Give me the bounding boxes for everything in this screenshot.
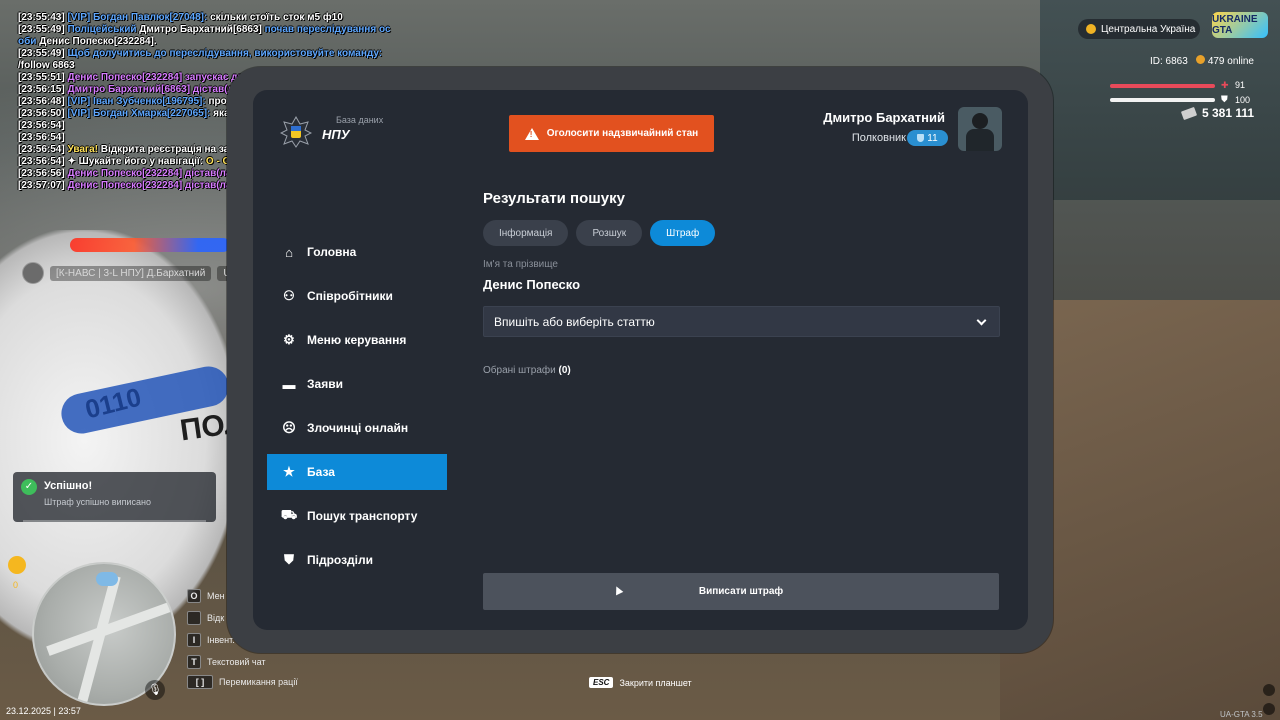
issue-fine-button[interactable]: Виписати штраф <box>483 573 999 610</box>
tab-1[interactable]: Інформація <box>483 220 569 246</box>
toast-title: Успішно! <box>44 480 93 492</box>
users-icon: ⚇ <box>283 288 295 303</box>
online-count: 479 online <box>1195 55 1254 67</box>
car-icon: ⛟ <box>280 507 298 522</box>
mic-status-icon <box>1263 684 1275 696</box>
region-name: Центральна Україна <box>1101 23 1196 35</box>
brand-subtitle: База даних <box>336 115 384 125</box>
article-select[interactable]: Впишіть або виберіть статтю <box>483 306 1000 337</box>
user-profile: Дмитро Бархатний Полковник 11 <box>790 107 1002 151</box>
toast-progress <box>23 520 206 522</box>
close-tablet-hint: ESC Закрити планшет <box>589 677 692 688</box>
user-avatar <box>958 107 1002 151</box>
name-label: Ім'я та прізвище <box>483 259 558 270</box>
hotkey-menu: O Мен <box>187 589 225 603</box>
level-shield-icon <box>917 134 925 142</box>
online-icon <box>1195 55 1205 64</box>
face-icon: ☹ <box>282 420 296 435</box>
home-icon: ⌂ <box>285 244 293 260</box>
hotkey-open: Відк <box>187 611 224 625</box>
emergency-label: Оголосити надзвичайний стан <box>546 128 699 139</box>
success-toast: ✓ Успішно! Штраф успішно виписано <box>13 472 216 522</box>
sidebar-item-6[interactable]: ★ База <box>267 454 447 490</box>
toast-text: Штраф успішно виписано <box>44 497 151 507</box>
chat-line: [23:55:49] Щоб долучитись до переслідува… <box>18 48 383 59</box>
money-icon <box>1180 106 1198 120</box>
sidebar-item-label: База <box>307 465 335 479</box>
emergency-button[interactable]: Оголосити надзвичайний стан <box>509 115 714 152</box>
warning-icon <box>524 127 539 140</box>
chat-line: [23:55:43] [VIP] Богдан Павлюк[27048]: с… <box>18 12 343 23</box>
sidebar-item-1[interactable]: ⌂ Головна <box>267 234 447 270</box>
game-logo: UKRAINE GTA <box>1212 12 1268 38</box>
sidebar-item-label: Меню керування <box>307 333 407 347</box>
selected-fines-count: (0) <box>558 365 571 376</box>
armor-icon: ⛊ <box>1221 94 1228 104</box>
player-tag: [К-НАВС | 3-L НПУ] Д.Бархатний UGTA <box>22 262 257 284</box>
sidebar-item-label: Пошук транспорту <box>307 509 418 523</box>
article-select-value: Впишіть або виберіть статтю <box>494 314 655 329</box>
sidebar-item-3[interactable]: ⚙ Меню керування <box>267 322 447 358</box>
sidebar-item-label: Співробітники <box>307 289 393 303</box>
health-icon: ✚ <box>1221 80 1229 90</box>
region-icon <box>1086 24 1096 34</box>
sidebar-item-5[interactable]: ☹ Злочинці онлайн <box>267 410 447 446</box>
health-value: 91 <box>1235 80 1246 90</box>
brand-name: НПУ <box>322 127 350 142</box>
user-name: Дмитро Бархатний <box>823 110 945 125</box>
chat-line: оби Денис Попеско[232284]. <box>18 36 157 47</box>
close-tablet-label: Закрити планшет <box>619 677 692 688</box>
hunger-value: 0 <box>13 580 19 590</box>
sidebar-item-label: Головна <box>307 245 357 259</box>
sidebar-item-8[interactable]: ⛊ Підрозділи <box>267 542 447 578</box>
person-name: Денис Попеско <box>483 277 581 292</box>
result-tabs: Інформація Розшук Штраф <box>483 220 716 246</box>
sidebar-item-2[interactable]: ⚇ Співробітники <box>267 278 447 314</box>
hotkey-radio-switch: [ ] Перемикання рації <box>187 675 298 689</box>
user-level-badge: 11 <box>907 130 948 146</box>
game-version: UA-GTA 3.5 <box>1220 710 1263 719</box>
sidebar-item-7[interactable]: ⛟ Пошук транспорту <box>267 498 447 534</box>
date-time: 23.12.2025 | 23:57 <box>6 706 81 716</box>
region-indicator: Центральна Україна <box>1078 19 1200 39</box>
chevron-down-icon <box>976 315 987 326</box>
armor-value: 100 <box>1235 95 1251 105</box>
page-title: Результати пошуку <box>483 190 625 207</box>
money-value: 5 381 111 <box>1202 106 1255 120</box>
user-rank: Полковник <box>851 132 906 144</box>
armor-bar <box>1110 98 1215 102</box>
police-car-siren <box>70 238 230 252</box>
chat-line: [23:55:49] Поліцейський Дмитро Бархатний… <box>18 24 391 35</box>
hotkey-text-chat: T Текстовий чат <box>187 655 266 669</box>
tab-3[interactable]: Штраф <box>650 220 716 246</box>
gear-icon: ⚙ <box>283 332 295 347</box>
folder-icon: ▬ <box>282 376 296 392</box>
tab-2[interactable]: Розшук <box>576 220 643 246</box>
user-level: 11 <box>927 132 938 144</box>
settings-icon[interactable] <box>1263 703 1275 715</box>
player-id: ID: 6863 <box>1150 55 1188 67</box>
player-id-online: ID: 6863 479 online <box>1150 55 1254 67</box>
health-bar <box>1110 84 1215 88</box>
star-icon: ★ <box>283 464 295 479</box>
shield-icon: ⛊ <box>284 552 294 567</box>
sidebar-item-4[interactable]: ▬ Заяви <box>267 366 447 402</box>
money-display: 5 381 111 <box>1180 106 1255 120</box>
police-badge-icon <box>280 116 312 148</box>
selected-fines: Обрані штрафи (0) <box>483 365 571 376</box>
microphone-icon[interactable]: 🎙 <box>145 680 165 700</box>
esc-key: ESC <box>589 677 614 688</box>
hunger-icon <box>8 556 26 574</box>
npu-brand: База даних НПУ <box>280 113 400 153</box>
sidebar-item-label: Злочинці онлайн <box>307 421 409 435</box>
player-tag-text: [К-НАВС | 3-L НПУ] Д.Бархатний <box>50 265 212 281</box>
player-avatar <box>22 262 44 284</box>
check-icon: ✓ <box>21 479 37 495</box>
sidebar-item-label: Заяви <box>307 377 343 391</box>
hotkey-inventory: I Інвент. <box>187 633 235 647</box>
selected-fines-label: Обрані штрафи <box>483 365 556 376</box>
sidebar-item-label: Підрозділи <box>307 553 373 567</box>
